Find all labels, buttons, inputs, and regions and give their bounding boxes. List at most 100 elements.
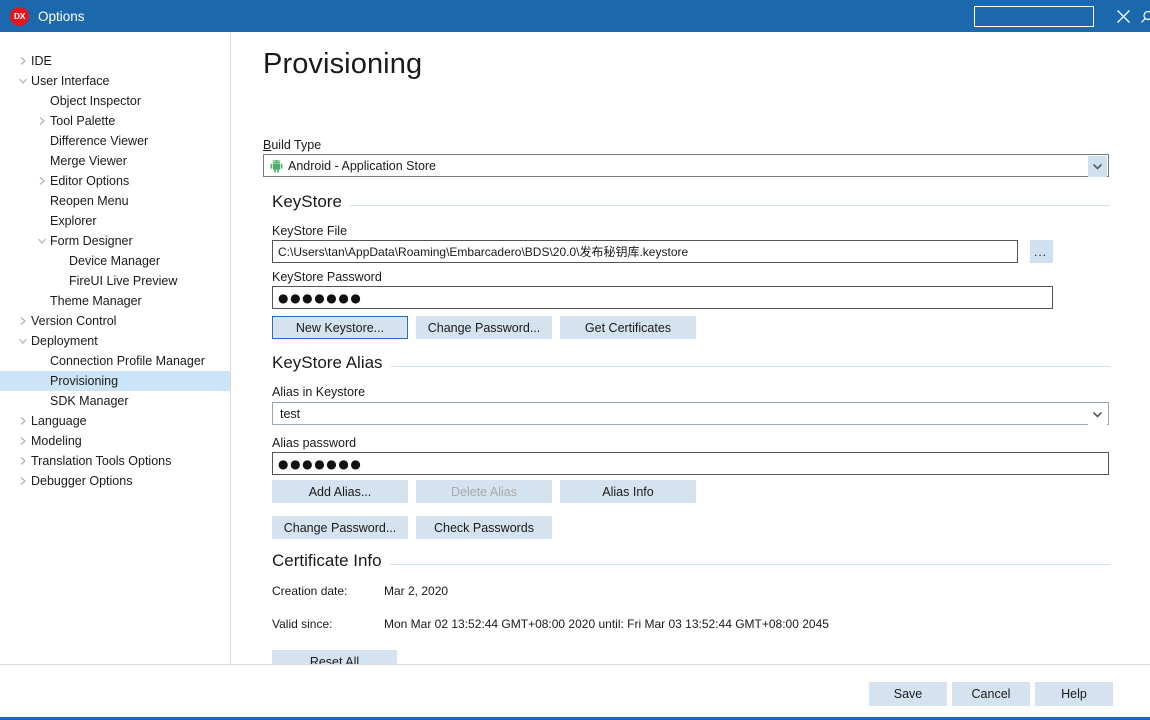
sidebar-item-editor-options[interactable]: Editor Options bbox=[0, 171, 230, 191]
settings-tree[interactable]: IDE User Interface Object Inspector Tool Pa… bbox=[0, 32, 231, 664]
sidebar-item-label: IDE bbox=[31, 54, 52, 68]
sidebar-item-label: Reopen Menu bbox=[50, 194, 129, 208]
sidebar-item-reopen-menu[interactable]: Reopen Menu bbox=[0, 191, 230, 211]
add-alias-button[interactable]: Add Alias... bbox=[272, 480, 408, 503]
sidebar-item-merge-viewer[interactable]: Merge Viewer bbox=[0, 151, 230, 171]
chevron-down-icon[interactable] bbox=[34, 231, 50, 251]
title-bar: DX Options bbox=[0, 0, 1150, 32]
keystore-password-label: KeyStore Password bbox=[272, 270, 382, 284]
sidebar-item-fireui-live-preview[interactable]: FireUI Live Preview bbox=[0, 271, 230, 291]
alias-password-value: ●●●●●●● bbox=[278, 456, 363, 471]
get-certificates-button[interactable]: Get Certificates bbox=[560, 316, 696, 339]
keystore-file-browse-button[interactable]: ... bbox=[1030, 240, 1053, 263]
chevron-right-icon[interactable] bbox=[15, 411, 31, 431]
sidebar-item-sdk-manager[interactable]: SDK Manager bbox=[0, 391, 230, 411]
sidebar-item-label: User Interface bbox=[31, 74, 110, 88]
sidebar-item-debugger-options[interactable]: Debugger Options bbox=[0, 471, 230, 491]
sidebar-item-language[interactable]: Language bbox=[0, 411, 230, 431]
sidebar-item-tool-palette[interactable]: Tool Palette bbox=[0, 111, 230, 131]
keystore-password-input[interactable]: ●●●●●●● bbox=[272, 286, 1053, 309]
alias-password-label: Alias password bbox=[272, 436, 357, 450]
sidebar-item-user-interface[interactable]: User Interface bbox=[0, 71, 230, 91]
alias-in-keystore-combo[interactable]: test bbox=[272, 402, 1109, 425]
sidebar-item-label: Theme Manager bbox=[50, 294, 142, 308]
alias-change-password-button[interactable]: Change Password... bbox=[272, 516, 408, 539]
chevron-right-icon[interactable] bbox=[34, 171, 50, 191]
certificate-section-title: Certificate Info bbox=[272, 551, 382, 570]
check-passwords-button[interactable]: Check Passwords bbox=[416, 516, 552, 539]
chevron-right-icon[interactable] bbox=[15, 471, 31, 491]
help-button[interactable]: Help bbox=[1035, 682, 1113, 706]
build-type-label: Build Type bbox=[263, 138, 321, 152]
chevron-down-icon[interactable] bbox=[1088, 404, 1107, 425]
new-keystore-button[interactable]: New Keystore... bbox=[272, 316, 408, 339]
chevron-down-icon[interactable] bbox=[15, 331, 31, 351]
sidebar-item-label: SDK Manager bbox=[50, 394, 129, 408]
sidebar-item-device-manager[interactable]: Device Manager bbox=[0, 251, 230, 271]
sidebar-item-difference-viewer[interactable]: Difference Viewer bbox=[0, 131, 230, 151]
keystore-change-password-button[interactable]: Change Password... bbox=[416, 316, 552, 339]
sidebar-item-deployment[interactable]: Deployment bbox=[0, 331, 230, 351]
delete-alias-button: Delete Alias bbox=[416, 480, 552, 503]
sidebar-item-version-control[interactable]: Version Control bbox=[0, 311, 230, 331]
sidebar-item-connection-profile-manager[interactable]: Connection Profile Manager bbox=[0, 351, 230, 371]
save-button[interactable]: Save bbox=[869, 682, 947, 706]
cancel-button[interactable]: Cancel bbox=[952, 682, 1030, 706]
sidebar-item-object-inspector[interactable]: Object Inspector bbox=[0, 91, 230, 111]
section-divider bbox=[389, 563, 1110, 565]
sidebar-item-modeling[interactable]: Modeling bbox=[0, 431, 230, 451]
certificate-section-header: Certificate Info bbox=[272, 551, 1110, 571]
chevron-right-icon[interactable] bbox=[15, 51, 31, 71]
sidebar-item-label: Form Designer bbox=[50, 234, 133, 248]
sidebar-item-label: Debugger Options bbox=[31, 474, 133, 488]
creation-date-value: Mar 2, 2020 bbox=[384, 584, 449, 598]
close-icon[interactable] bbox=[1108, 3, 1138, 29]
sidebar-item-explorer[interactable]: Explorer bbox=[0, 211, 230, 231]
build-type-combo[interactable]: Android - Application Store bbox=[263, 154, 1109, 177]
window-title: Options bbox=[38, 8, 85, 24]
chevron-down-icon[interactable] bbox=[1088, 156, 1107, 177]
search-box[interactable] bbox=[974, 6, 1150, 27]
build-type-value: Android - Application Store bbox=[288, 158, 437, 173]
keystore-section-header: KeyStore bbox=[272, 192, 1110, 212]
section-divider bbox=[349, 204, 1110, 206]
sidebar-item-label: Device Manager bbox=[69, 254, 161, 268]
sidebar-item-label: Language bbox=[31, 414, 87, 428]
main-panel: Provisioning Build Type Android - Applic… bbox=[232, 32, 1150, 673]
sidebar-item-form-designer[interactable]: Form Designer bbox=[0, 231, 230, 251]
sidebar-item-label: Version Control bbox=[31, 314, 117, 328]
alias-section-header: KeyStore Alias bbox=[272, 353, 1110, 373]
chevron-right-icon[interactable] bbox=[34, 111, 50, 131]
sidebar-item-theme-manager[interactable]: Theme Manager bbox=[0, 291, 230, 311]
sidebar-item-label: Merge Viewer bbox=[50, 154, 127, 168]
valid-since-label: Valid since: bbox=[272, 617, 333, 631]
sidebar-item-label: Connection Profile Manager bbox=[50, 354, 205, 368]
sidebar-item-label: Tool Palette bbox=[50, 114, 116, 128]
sidebar-item-label: Provisioning bbox=[50, 374, 119, 388]
page-title: Provisioning bbox=[263, 48, 423, 80]
android-icon bbox=[270, 159, 283, 173]
sidebar-item-label: Deployment bbox=[31, 334, 98, 348]
alias-in-keystore-label: Alias in Keystore bbox=[272, 385, 366, 399]
keystore-file-input[interactable]: C:\Users\tan\AppData\Roaming\Embarcadero… bbox=[272, 240, 1018, 263]
sidebar-item-translation-tools-options[interactable]: Translation Tools Options bbox=[0, 451, 230, 471]
alias-info-button[interactable]: Alias Info bbox=[560, 480, 696, 503]
chevron-right-icon[interactable] bbox=[15, 311, 31, 331]
sidebar-item-ide[interactable]: IDE bbox=[0, 51, 230, 71]
chevron-down-icon[interactable] bbox=[15, 71, 31, 91]
sidebar-item-provisioning[interactable]: Provisioning bbox=[0, 371, 230, 391]
sidebar-item-label: Modeling bbox=[31, 434, 82, 448]
alias-password-input[interactable]: ●●●●●●● bbox=[272, 452, 1109, 475]
build-type-label-rest: uild Type bbox=[271, 138, 322, 152]
chevron-right-icon[interactable] bbox=[15, 451, 31, 471]
keystore-section-title: KeyStore bbox=[272, 192, 342, 211]
chevron-right-icon[interactable] bbox=[15, 431, 31, 451]
